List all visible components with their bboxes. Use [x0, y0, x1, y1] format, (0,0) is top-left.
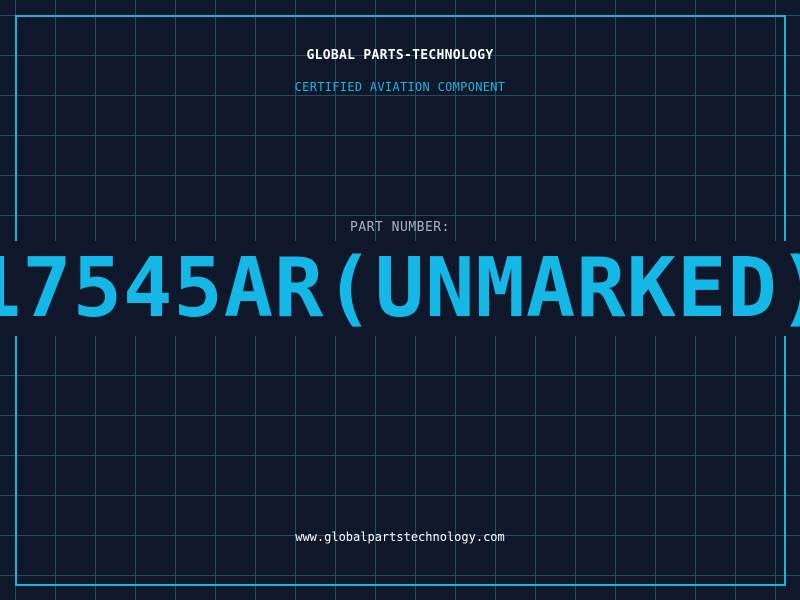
part-number-label: PART NUMBER:: [350, 220, 450, 235]
company-name: GLOBAL PARTS-TECHNOLOGY: [306, 48, 494, 63]
website-url: www.globalpartstechnology.com: [295, 530, 505, 544]
certification-subtitle: CERTIFIED AVIATION COMPONENT: [294, 80, 506, 94]
part-number-band: **17545AR(UNMARKED)**: [0, 241, 800, 336]
part-number-value: **17545AR(UNMARKED)**: [0, 241, 800, 336]
